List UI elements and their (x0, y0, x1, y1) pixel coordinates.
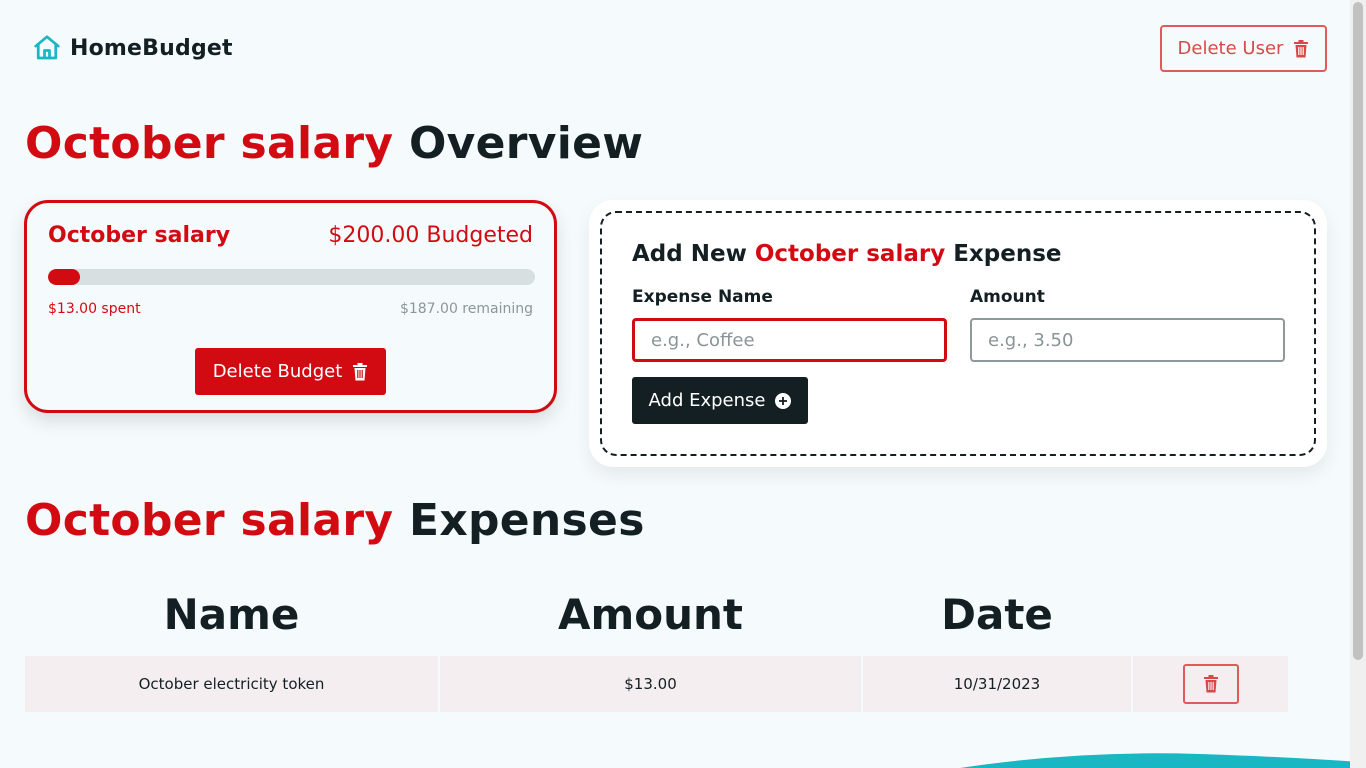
expense-amount-input[interactable] (970, 318, 1285, 362)
delete-budget-label: Delete Budget (212, 361, 343, 382)
budget-spent: $13.00 spent (48, 301, 141, 317)
home-icon (34, 35, 60, 60)
add-expense-button[interactable]: Add Expense (632, 377, 808, 424)
page: HomeBudget Delete User October salary Ov… (0, 0, 1366, 768)
expense-amount-label: Amount (970, 287, 1045, 307)
budget-remaining: $187.00 remaining (399, 301, 533, 317)
add-expense-title-prefix: Add New (632, 241, 755, 267)
add-expense-label: Add Expense (648, 390, 766, 411)
budget-amount: $200.00 Budgeted (328, 223, 533, 248)
expense-name-cell: October electricity token (25, 656, 438, 712)
delete-expense-button[interactable] (1182, 664, 1239, 704)
expense-name-input[interactable] (632, 318, 947, 362)
brand-logo[interactable]: HomeBudget (32, 33, 233, 63)
column-header-amount: Amount (557, 589, 743, 639)
overview-title-accent: October salary (25, 118, 394, 169)
brand-name: HomeBudget (70, 35, 233, 61)
header: HomeBudget Delete User (0, 0, 1350, 96)
budget-name: October salary (48, 223, 231, 248)
delete-user-button[interactable]: Delete User (1160, 25, 1327, 72)
expense-actions-cell (1133, 656, 1288, 712)
add-expense-title: Add New October salary Expense (632, 241, 1061, 267)
plus-circle-icon (775, 392, 792, 409)
budget-progress-fill (48, 269, 80, 285)
budget-progress-bar (48, 269, 535, 285)
add-expense-form-border: Add New October salary Expense Expense N… (600, 211, 1316, 456)
add-expense-title-accent: October salary (754, 241, 946, 267)
overview-title: October salary Overview (25, 118, 643, 169)
budget-card: October salary $200.00 Budgeted $13.00 s… (24, 200, 557, 413)
expenses-title-rest: Expenses (393, 495, 645, 546)
column-header-name: Name (163, 589, 300, 639)
add-expense-form: Add New October salary Expense Expense N… (589, 200, 1327, 467)
expenses-title-accent: October salary (25, 495, 394, 546)
expenses-title: October salary Expenses (25, 495, 645, 546)
trash-icon (1294, 39, 1309, 57)
add-expense-title-suffix: Expense (945, 241, 1062, 267)
column-header-date: Date (941, 589, 1053, 639)
decorative-wave (960, 753, 1360, 768)
expense-date-cell: 10/31/2023 (863, 656, 1131, 712)
table-row: October electricity token $13.00 10/31/2… (25, 656, 1289, 712)
expense-amount-cell: $13.00 (440, 656, 861, 712)
scrollbar-thumb[interactable] (1353, 2, 1363, 660)
delete-budget-button[interactable]: Delete Budget (195, 348, 386, 395)
expense-name-label: Expense Name (632, 287, 773, 307)
trash-icon (1203, 675, 1218, 693)
trash-icon (353, 362, 368, 380)
overview-title-rest: Overview (393, 118, 644, 169)
delete-user-label: Delete User (1177, 38, 1284, 59)
